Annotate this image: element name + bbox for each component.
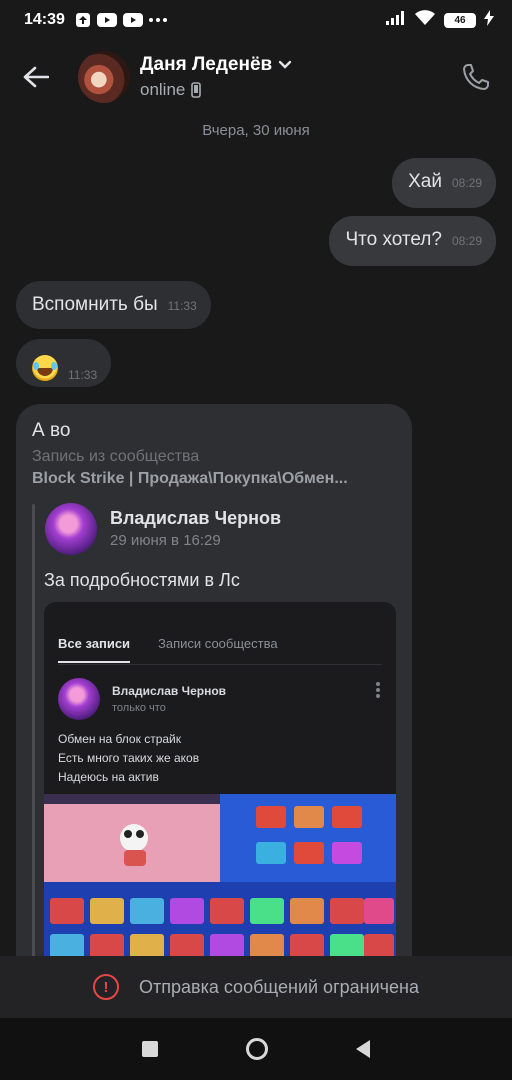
- repost-source-hint: Запись из сообщества: [32, 448, 200, 465]
- wifi-icon: [414, 9, 436, 31]
- upload-icon: [75, 12, 91, 28]
- peer-name: Даня Леденёв: [140, 54, 273, 75]
- battery-level: 46: [454, 14, 466, 26]
- youtube-icon-2: [122, 13, 143, 27]
- alert-icon: !: [93, 974, 119, 1000]
- message-text: Вспомнить бы: [32, 294, 158, 315]
- chevron-down-icon: [279, 60, 292, 69]
- laughing-emoji-icon: [32, 355, 58, 381]
- screenshot-post-time: только что: [112, 702, 166, 714]
- youtube-icon: [96, 13, 117, 27]
- message-text: А во: [32, 420, 71, 441]
- repost-attached-image[interactable]: Все записи Записи сообщества Владислав Ч…: [44, 602, 396, 984]
- repost-author-avatar[interactable]: [45, 503, 97, 555]
- repost-message-bubble[interactable]: А во Запись из сообщества Block Strike |…: [16, 404, 412, 984]
- peer-info[interactable]: Даня Леденёв online: [140, 54, 292, 100]
- peer-avatar[interactable]: [78, 51, 130, 103]
- message-bubble-outgoing[interactable]: Хай 08:29: [392, 158, 496, 208]
- back-button[interactable]: [0, 40, 72, 114]
- restricted-text: Отправка сообщений ограничена: [139, 976, 419, 997]
- message-time: 11:33: [68, 368, 98, 382]
- screenshot-divider: [58, 664, 382, 665]
- mobile-device-icon: [191, 82, 202, 98]
- date-separator: Вчера, 30 июня: [202, 122, 310, 139]
- messaging-restricted-banner: ! Отправка сообщений ограничена: [0, 956, 512, 1018]
- repost-text: За подробностями в Лс: [44, 570, 240, 590]
- system-back-button[interactable]: [356, 1040, 370, 1058]
- repost-quote-bar: [32, 504, 35, 984]
- screenshot-post-line: Надеюсь на актив: [58, 770, 159, 784]
- message-bubble-incoming[interactable]: Вспомнить бы 11:33: [16, 281, 211, 329]
- system-navigation-bar: [0, 1018, 512, 1080]
- signal-icon: [386, 10, 406, 30]
- repost-date: 29 июня в 16:29: [110, 532, 221, 549]
- screenshot-tab-community: Записи сообщества: [158, 636, 278, 651]
- screenshot-post-line: Обмен на блок страйк: [58, 732, 181, 746]
- chat-header: Даня Леденёв online: [0, 40, 512, 114]
- peer-status: online: [140, 80, 186, 99]
- recents-button[interactable]: [142, 1041, 158, 1057]
- message-time: 08:29: [451, 234, 482, 248]
- screenshot-avatar: [58, 678, 100, 720]
- status-bar: 14:39 46: [0, 0, 512, 40]
- more-notifications-icon: [148, 18, 167, 22]
- status-time: 14:39: [24, 11, 65, 28]
- phone-icon: [463, 64, 489, 90]
- screenshot-post-author: Владислав Чернов: [112, 684, 227, 698]
- battery-icon: 46: [444, 12, 476, 28]
- message-text: Хай: [408, 171, 442, 192]
- message-time: 11:33: [167, 299, 197, 313]
- screenshot-tabs: Все записи Записи сообщества: [58, 636, 278, 663]
- home-button[interactable]: [246, 1038, 268, 1060]
- repost-source-link[interactable]: Block Strike | Продажа\Покупка\Обмен...: [32, 470, 398, 488]
- message-time: 08:29: [451, 176, 482, 190]
- message-text: Что хотел?: [345, 229, 442, 250]
- screenshot-tab-all: Все записи: [58, 636, 131, 663]
- screenshot-post-line: Есть много таких же аков: [58, 751, 200, 765]
- message-bubble-outgoing[interactable]: Что хотел? 08:29: [329, 216, 496, 266]
- repost-author-name[interactable]: Владислав Чернов: [110, 508, 281, 529]
- charging-icon: [484, 9, 494, 31]
- more-vertical-icon: [376, 682, 380, 698]
- call-button[interactable]: [458, 59, 494, 95]
- message-bubble-incoming[interactable]: 11:33: [16, 339, 112, 387]
- arrow-left-icon: [23, 66, 49, 88]
